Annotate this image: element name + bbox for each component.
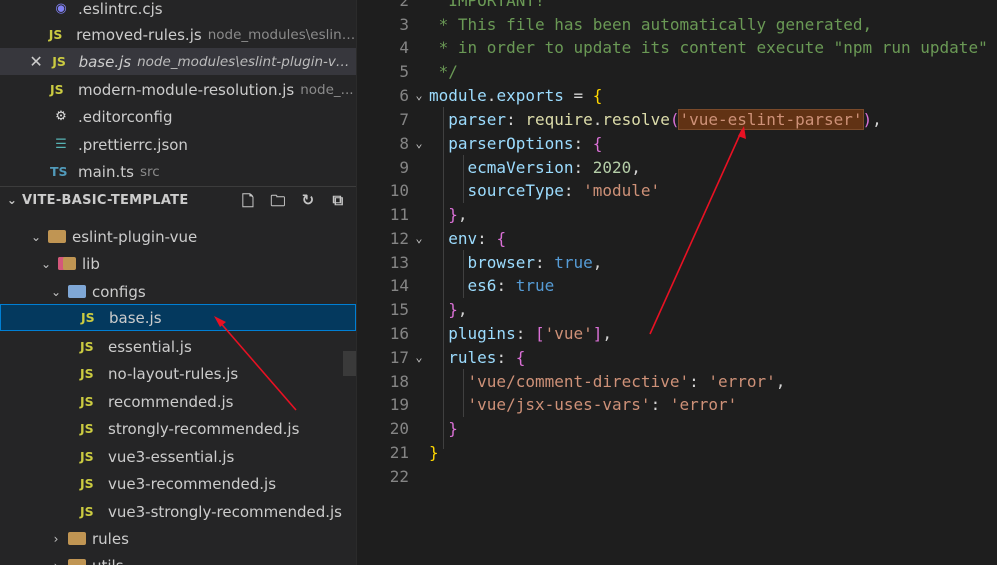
arrow-to-base-js xyxy=(214,316,297,411)
arrow-to-parser-value xyxy=(649,126,746,335)
annotation-arrows xyxy=(214,126,746,411)
